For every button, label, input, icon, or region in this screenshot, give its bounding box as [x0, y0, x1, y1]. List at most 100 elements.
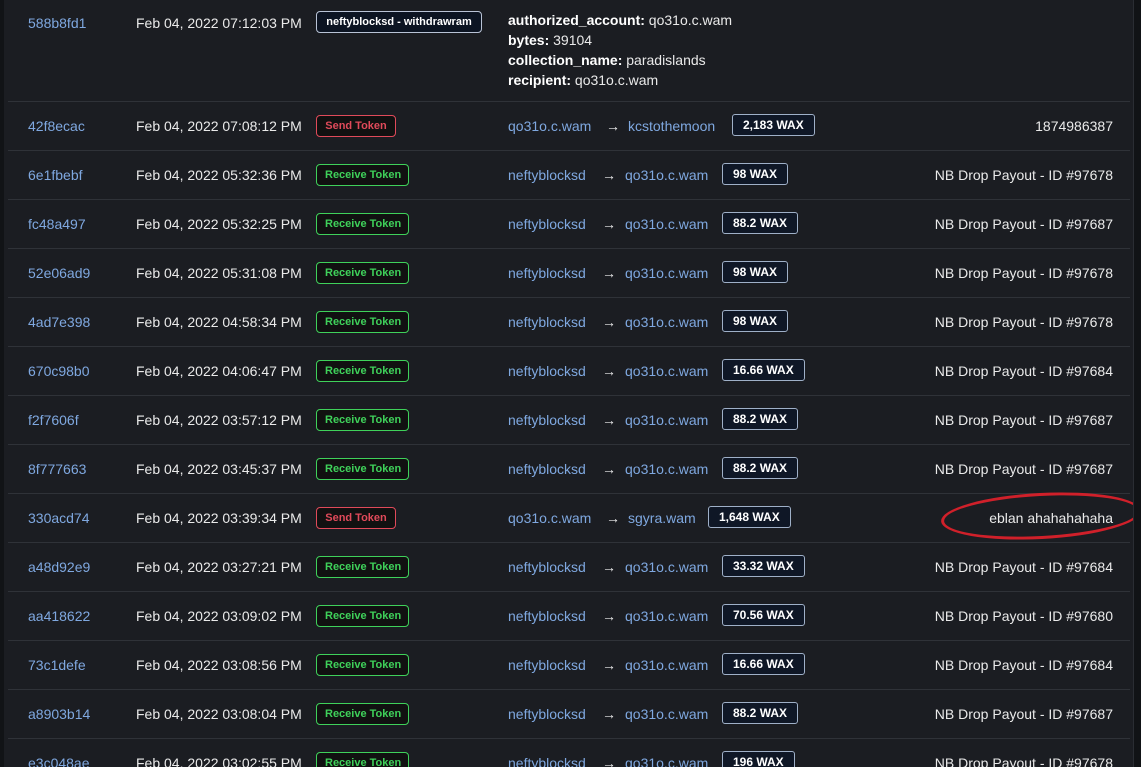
- tx-date: Feb 04, 2022 04:58:34 PM: [136, 314, 302, 330]
- left-edge: [0, 0, 4, 767]
- receive-token-badge: Receive Token: [316, 556, 409, 578]
- from-account-link[interactable]: neftyblocksd: [508, 608, 586, 624]
- to-account-link[interactable]: qo31o.c.wam: [625, 608, 708, 624]
- receive-token-badge: Receive Token: [316, 262, 409, 284]
- receive-token-badge: Receive Token: [316, 703, 409, 725]
- txid-link[interactable]: f2f7606f: [28, 412, 79, 428]
- arrow-icon: →: [602, 461, 616, 477]
- txid-link[interactable]: 6e1fbebf: [28, 167, 83, 183]
- from-account-link[interactable]: neftyblocksd: [508, 363, 586, 379]
- tx-date: Feb 04, 2022 03:08:04 PM: [136, 706, 302, 722]
- txid-link[interactable]: 8f777663: [28, 461, 86, 477]
- to-account-link[interactable]: qo31o.c.wam: [625, 314, 708, 330]
- memo-text: NB Drop Payout - ID #97687: [934, 706, 1113, 722]
- amount-badge: 2,183 WAX: [732, 114, 815, 136]
- to-account-link[interactable]: qo31o.c.wam: [625, 265, 708, 281]
- account-link[interactable]: qo31o.c.wam: [649, 12, 732, 28]
- table-row: 42f8ecac Feb 04, 2022 07:08:12 PM Send Tok…: [8, 102, 1130, 151]
- from-account-link[interactable]: neftyblocksd: [508, 657, 586, 673]
- table-row: fc48a497 Feb 04, 2022 05:32:25 PM Receive …: [8, 200, 1130, 249]
- amount-badge: 88.2 WAX: [722, 408, 799, 430]
- data-key: recipient:: [508, 72, 572, 88]
- from-account-link[interactable]: neftyblocksd: [508, 706, 586, 722]
- from-account-link[interactable]: neftyblocksd: [508, 314, 586, 330]
- memo-text: NB Drop Payout - ID #97678: [934, 314, 1113, 330]
- data-line: collection_name: paradislands: [508, 50, 732, 70]
- from-account-link[interactable]: neftyblocksd: [508, 412, 586, 428]
- table-row: f2f7606f Feb 04, 2022 03:57:12 PM Receive …: [8, 396, 1130, 445]
- tx-date: Feb 04, 2022 07:12:03 PM: [136, 15, 302, 31]
- arrow-icon: →: [602, 608, 616, 624]
- to-account-link[interactable]: sgyra.wam: [628, 510, 696, 526]
- arrow-icon: →: [602, 216, 616, 232]
- arrow-icon: →: [606, 510, 620, 526]
- memo-text: NB Drop Payout - ID #97678: [934, 265, 1113, 281]
- receive-token-badge: Receive Token: [316, 360, 409, 382]
- txid-link[interactable]: a8903b14: [28, 706, 90, 722]
- receive-token-badge: Receive Token: [316, 605, 409, 627]
- account-link[interactable]: qo31o.c.wam: [575, 72, 658, 88]
- memo-text: NB Drop Payout - ID #97680: [934, 608, 1113, 624]
- txid-link[interactable]: 330acd74: [28, 510, 90, 526]
- from-account-link[interactable]: neftyblocksd: [508, 167, 586, 183]
- to-account-link[interactable]: qo31o.c.wam: [625, 559, 708, 575]
- memo-text: NB Drop Payout - ID #97684: [934, 657, 1113, 673]
- memo-text: NB Drop Payout - ID #97678: [934, 167, 1113, 183]
- to-account-link[interactable]: qo31o.c.wam: [625, 755, 708, 767]
- arrow-icon: →: [602, 657, 616, 673]
- txid-link[interactable]: 670c98b0: [28, 363, 90, 379]
- action-badge: neftyblocksd - withdrawram: [316, 11, 482, 33]
- arrow-icon: →: [602, 706, 616, 722]
- to-account-link[interactable]: qo31o.c.wam: [625, 657, 708, 673]
- receive-token-badge: Receive Token: [316, 458, 409, 480]
- from-account-link[interactable]: neftyblocksd: [508, 265, 586, 281]
- from-account-link[interactable]: qo31o.c.wam: [508, 510, 591, 526]
- txid-link[interactable]: 588b8fd1: [28, 15, 86, 31]
- from-account-link[interactable]: neftyblocksd: [508, 216, 586, 232]
- to-account-link[interactable]: qo31o.c.wam: [625, 412, 708, 428]
- txid-link[interactable]: 4ad7e398: [28, 314, 90, 330]
- amount-badge: 70.56 WAX: [722, 604, 805, 626]
- data-value: 39104: [553, 32, 593, 48]
- amount-badge: 88.2 WAX: [722, 702, 799, 724]
- txid-link[interactable]: fc48a497: [28, 216, 86, 232]
- to-account-link[interactable]: kcstothemoon: [628, 118, 715, 134]
- tx-date: Feb 04, 2022 07:08:12 PM: [136, 118, 302, 134]
- receive-token-badge: Receive Token: [316, 654, 409, 676]
- to-account-link[interactable]: qo31o.c.wam: [625, 216, 708, 232]
- to-account-link[interactable]: qo31o.c.wam: [625, 706, 708, 722]
- data-line: authorized_account: qo31o.c.wam: [508, 10, 732, 30]
- txid-link[interactable]: aa418622: [28, 608, 90, 624]
- table-row: 8f777663 Feb 04, 2022 03:45:37 PM Receive …: [8, 445, 1130, 494]
- receive-token-badge: Receive Token: [316, 213, 409, 235]
- amount-badge: 98 WAX: [722, 310, 789, 332]
- from-account-link[interactable]: qo31o.c.wam: [508, 118, 591, 134]
- memo-text: NB Drop Payout - ID #97684: [934, 363, 1113, 379]
- tx-date: Feb 04, 2022 03:09:02 PM: [136, 608, 302, 624]
- txid-link[interactable]: 52e06ad9: [28, 265, 90, 281]
- amount-badge: 16.66 WAX: [722, 653, 805, 675]
- memo-text: NB Drop Payout - ID #97687: [934, 412, 1113, 428]
- amount-badge: 33.32 WAX: [722, 555, 805, 577]
- tx-date: Feb 04, 2022 03:57:12 PM: [136, 412, 302, 428]
- from-account-link[interactable]: neftyblocksd: [508, 755, 586, 767]
- from-account-link[interactable]: neftyblocksd: [508, 461, 586, 477]
- txid-link[interactable]: 73c1defe: [28, 657, 86, 673]
- amount-badge: 98 WAX: [722, 261, 789, 283]
- send-token-badge: Send Token: [316, 507, 396, 529]
- tx-date: Feb 04, 2022 03:45:37 PM: [136, 461, 302, 477]
- scrollbar[interactable]: [1133, 0, 1141, 767]
- txid-link[interactable]: e3c048ae: [28, 755, 90, 767]
- to-account-link[interactable]: qo31o.c.wam: [625, 167, 708, 183]
- table-row: 670c98b0 Feb 04, 2022 04:06:47 PM Receive …: [8, 347, 1130, 396]
- from-account-link[interactable]: neftyblocksd: [508, 559, 586, 575]
- data-line: bytes: 39104: [508, 30, 732, 50]
- txid-link[interactable]: a48d92e9: [28, 559, 90, 575]
- arrow-icon: →: [602, 559, 616, 575]
- arrow-icon: →: [602, 412, 616, 428]
- memo-text: NB Drop Payout - ID #97687: [934, 216, 1113, 232]
- to-account-link[interactable]: qo31o.c.wam: [625, 363, 708, 379]
- txid-link[interactable]: 42f8ecac: [28, 118, 85, 134]
- tx-date: Feb 04, 2022 05:32:25 PM: [136, 216, 302, 232]
- to-account-link[interactable]: qo31o.c.wam: [625, 461, 708, 477]
